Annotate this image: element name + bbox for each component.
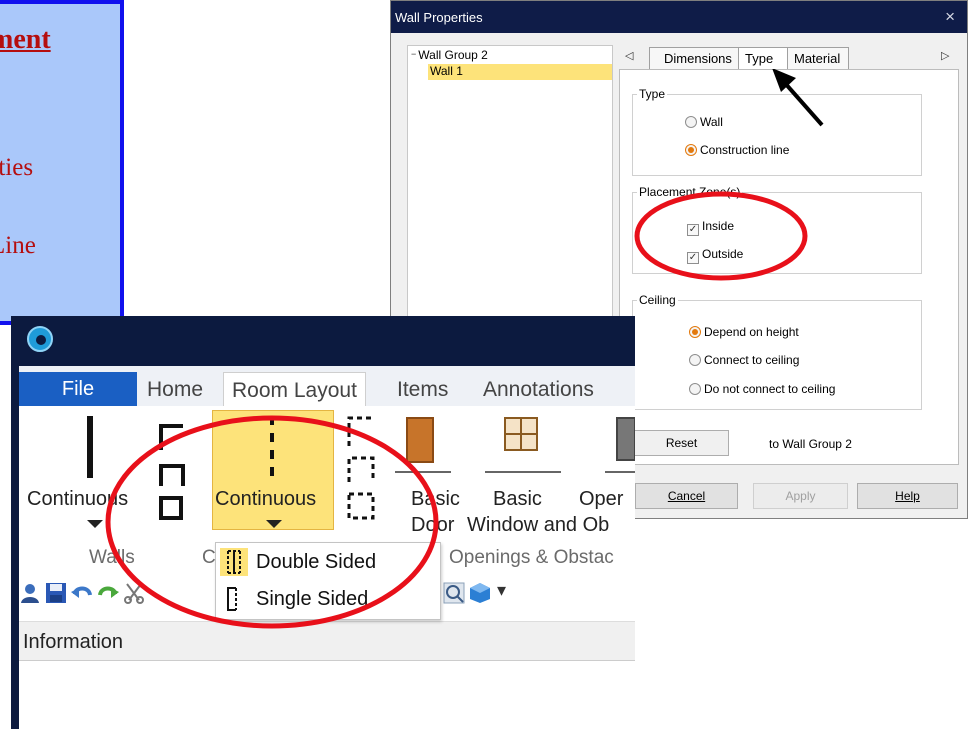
construction-line-dropdown-menu: Double Sided Single Sided bbox=[215, 542, 441, 620]
basic-door-label-1[interactable]: Basic bbox=[411, 488, 460, 511]
tab-file[interactable]: File bbox=[19, 372, 137, 406]
menu-item-single-sided[interactable]: Single Sided bbox=[216, 581, 440, 619]
radio-wall[interactable]: Wall bbox=[685, 115, 723, 129]
slide-line-construction: Line bbox=[0, 232, 36, 259]
wall-shapes-icon[interactable] bbox=[155, 420, 187, 520]
information-panel-header: Information bbox=[19, 621, 635, 661]
app-logo-icon[interactable] bbox=[27, 326, 53, 352]
radio-wall-icon[interactable] bbox=[685, 116, 697, 128]
menu-item-double-sided[interactable]: Double Sided bbox=[216, 543, 440, 581]
tab-dimensions[interactable]: Dimensions bbox=[649, 47, 749, 69]
tab-room-layout[interactable]: Room Layout bbox=[223, 372, 366, 406]
3d-view-icon[interactable] bbox=[469, 582, 491, 604]
basic-door-label-2[interactable]: Door bbox=[411, 514, 454, 537]
tab-annotations[interactable]: Annotations bbox=[483, 378, 594, 402]
reset-button[interactable]: Reset bbox=[634, 430, 729, 456]
checkbox-inside[interactable]: ✓ Inside bbox=[687, 219, 734, 236]
checkbox-inside-icon[interactable]: ✓ bbox=[687, 224, 699, 236]
tab-scroll-left-icon[interactable]: ◁ bbox=[625, 49, 633, 62]
save-icon[interactable] bbox=[45, 582, 67, 604]
door-icon[interactable] bbox=[395, 416, 451, 478]
type-group: Type Wall Construction line bbox=[632, 87, 922, 176]
walls-continuous-dropdown-icon[interactable] bbox=[87, 520, 103, 528]
radio-connect-to-ceiling[interactable]: Connect to ceiling bbox=[689, 353, 799, 367]
dialog-titlebar: Wall Properties × bbox=[391, 1, 967, 33]
menu-item-single-sided-label: Single Sided bbox=[256, 588, 369, 610]
type-group-label: Type bbox=[637, 87, 668, 101]
ceiling-group-label: Ceiling bbox=[637, 293, 678, 307]
radio-wall-label: Wall bbox=[700, 115, 723, 129]
checkbox-outside-label: Outside bbox=[702, 247, 744, 261]
placement-zone-group: Placement Zone(s) ✓ Inside ✓ Outside bbox=[632, 185, 922, 274]
information-label: Information bbox=[23, 631, 124, 653]
tab-home[interactable]: Home bbox=[147, 378, 203, 402]
radio-no-connect-icon[interactable] bbox=[689, 383, 701, 395]
checkbox-outside-icon[interactable]: ✓ bbox=[687, 252, 699, 264]
undo-icon[interactable] bbox=[71, 582, 93, 604]
tab-material[interactable]: Material bbox=[787, 47, 849, 69]
group-construction-label: C bbox=[202, 547, 216, 568]
openings-label-partial[interactable]: Oper bbox=[579, 488, 623, 511]
construction-line-continuous-label[interactable]: Continuous bbox=[215, 488, 316, 511]
slide-text-box: ment . rties Line bbox=[0, 0, 124, 325]
tree-item-wall-1[interactable]: Wall 1 bbox=[428, 64, 612, 80]
redo-icon[interactable] bbox=[97, 582, 119, 604]
tab-type[interactable]: Type bbox=[738, 47, 788, 69]
radio-depend-icon[interactable] bbox=[689, 326, 701, 338]
user-icon[interactable] bbox=[19, 582, 41, 604]
tree-item-wall-group[interactable]: − Wall Group 2 bbox=[411, 48, 488, 62]
construction-line-dropdown-icon[interactable] bbox=[266, 520, 282, 528]
checkbox-inside-label: Inside bbox=[702, 219, 735, 233]
app-window: File Home Room Layout Items Annotations … bbox=[11, 316, 635, 729]
tab-scroll-right-icon[interactable]: ▷ bbox=[941, 49, 949, 62]
apply-button[interactable]: Apply bbox=[753, 483, 848, 509]
radio-depend-label: Depend on height bbox=[704, 325, 799, 339]
single-sided-icon bbox=[227, 587, 237, 611]
radio-no-connect-label: Do not connect to ceiling bbox=[704, 382, 836, 396]
dialog-title: Wall Properties bbox=[395, 10, 483, 25]
tab-strip: ◁ Dimensions Type Material ▷ bbox=[619, 45, 959, 69]
group-openings-label: Openings & Obstac bbox=[449, 547, 614, 568]
radio-do-not-connect[interactable]: Do not connect to ceiling bbox=[689, 382, 835, 396]
cut-icon[interactable] bbox=[123, 582, 145, 604]
reset-target-label: to Wall Group 2 bbox=[769, 437, 852, 451]
slide-title-fragment: ment bbox=[0, 24, 51, 55]
placement-zone-label: Placement Zone(s) bbox=[637, 185, 743, 199]
slide-line-properties: rties bbox=[0, 154, 34, 181]
construction-line-icon bbox=[270, 416, 274, 482]
radio-depend-on-height[interactable]: Depend on height bbox=[689, 325, 799, 339]
menu-item-double-sided-label: Double Sided bbox=[256, 551, 377, 573]
double-sided-icon bbox=[220, 548, 248, 576]
tree-group-label: Wall Group 2 bbox=[418, 48, 488, 62]
radio-construction-line[interactable]: Construction line bbox=[685, 143, 789, 157]
obstacle-icon[interactable] bbox=[605, 416, 635, 478]
radio-connect-icon[interactable] bbox=[689, 354, 701, 366]
ribbon-tab-bar: File Home Room Layout Items Annotations bbox=[19, 366, 635, 406]
basic-window-label-1[interactable]: Basic bbox=[493, 488, 542, 511]
close-icon[interactable]: × bbox=[945, 7, 955, 27]
walls-continuous-label[interactable]: Continuous bbox=[27, 488, 128, 511]
qat-customize-icon[interactable]: ▾ bbox=[497, 580, 506, 601]
app-titlebar bbox=[19, 316, 635, 366]
zoom-icon[interactable] bbox=[443, 582, 465, 604]
collapse-icon[interactable]: − bbox=[411, 49, 416, 59]
radio-connect-label: Connect to ceiling bbox=[704, 353, 800, 367]
window-icon[interactable] bbox=[485, 416, 561, 478]
group-walls-label: Walls bbox=[89, 547, 135, 568]
help-button[interactable]: Help bbox=[857, 483, 958, 509]
wall-continuous-icon[interactable] bbox=[87, 416, 93, 478]
cancel-button[interactable]: Cancel bbox=[635, 483, 738, 509]
radio-construction-line-label: Construction line bbox=[700, 143, 790, 157]
basic-window-label-2[interactable]: Window and Ob bbox=[467, 514, 609, 537]
type-tab-panel: Type Wall Construction line Placement Zo… bbox=[619, 69, 959, 465]
ceiling-group: Ceiling Depend on height Connect to ceil… bbox=[632, 293, 922, 410]
construction-shapes-icon[interactable] bbox=[343, 412, 379, 524]
tab-items[interactable]: Items bbox=[397, 378, 448, 402]
radio-construction-line-icon[interactable] bbox=[685, 144, 697, 156]
checkbox-outside[interactable]: ✓ Outside bbox=[687, 247, 743, 264]
